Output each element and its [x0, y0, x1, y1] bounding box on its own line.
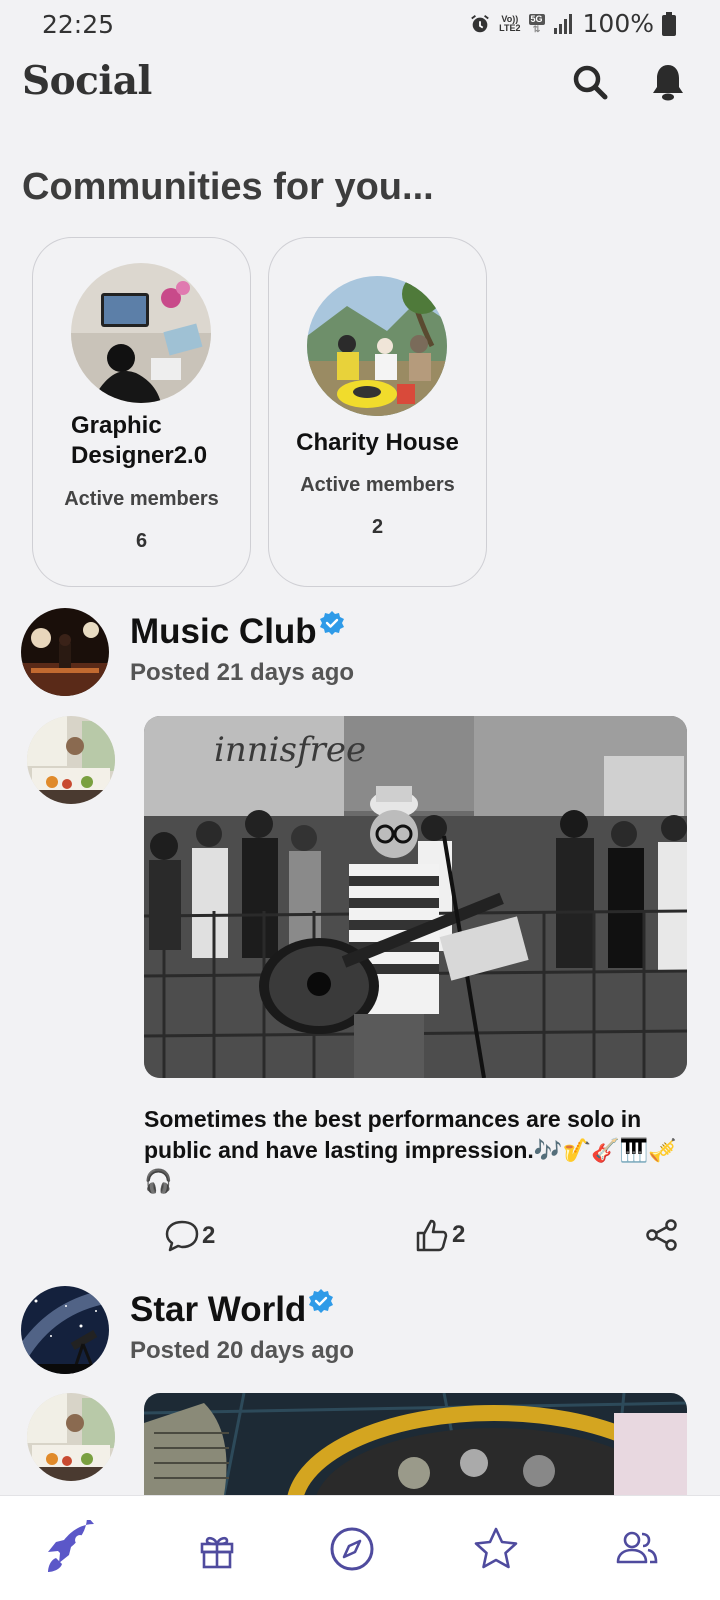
community-avatar: [307, 276, 447, 416]
bell-icon[interactable]: [648, 62, 688, 102]
bottom-nav: [0, 1495, 720, 1600]
community-name: Graphic Designer2.0: [71, 412, 208, 469]
storefront-sign: innisfree: [214, 730, 366, 770]
comment-button[interactable]: 2: [164, 1219, 215, 1253]
post-timestamp: Posted 21 days ago: [130, 659, 355, 686]
battery-icon: [662, 11, 676, 36]
community-avatar[interactable]: [21, 608, 109, 696]
author-avatar[interactable]: [27, 1393, 115, 1481]
post-community-label: Star World: [130, 1290, 307, 1329]
network-5g-indicator: 5G ⇅: [528, 13, 545, 34]
app-title: Social: [22, 58, 152, 104]
status-bar: 22:25 Vo)) LTE2 5G ⇅ 100%: [0, 0, 720, 48]
status-time: 22:25: [42, 10, 115, 39]
search-icon[interactable]: [570, 62, 610, 102]
nav-gifts[interactable]: [188, 1520, 246, 1578]
post-community-name[interactable]: Star World: [130, 1289, 334, 1330]
nav-favorites[interactable]: [467, 1520, 525, 1578]
comment-icon: [165, 1220, 199, 1252]
status-icons: Vo)) LTE2 5G ⇅ 100%: [469, 9, 676, 38]
community-avatar[interactable]: [21, 1286, 109, 1374]
nav-people[interactable]: [608, 1520, 666, 1578]
community-avatar: [71, 263, 211, 403]
gift-icon: [200, 1536, 234, 1569]
alarm-icon: [471, 14, 489, 32]
verified-badge-icon: [319, 611, 344, 635]
community-card[interactable]: Charity House Active members 2: [268, 237, 487, 587]
share-icon[interactable]: [645, 1218, 679, 1252]
author-avatar[interactable]: [27, 716, 115, 804]
community-members-label: Active members: [64, 488, 219, 510]
verified-badge-icon: [309, 1289, 334, 1313]
compass-icon: [330, 1527, 374, 1571]
post-caption: Sometimes the best performances are solo…: [144, 1106, 677, 1194]
signal-icon: [553, 13, 572, 34]
rocket-icon: [48, 1520, 94, 1572]
post-image[interactable]: innisfree: [144, 716, 687, 1078]
post-timestamp: Posted 20 days ago: [130, 1337, 355, 1364]
volte-indicator: Vo)) LTE2: [499, 13, 521, 33]
communities-title: Communities for you...: [22, 166, 434, 208]
community-name: Charity House: [296, 429, 459, 456]
like-button[interactable]: 2: [414, 1217, 465, 1253]
nav-explore[interactable]: [323, 1520, 381, 1578]
like-count: 2: [452, 1221, 466, 1248]
thumbs-up-icon: [416, 1219, 448, 1252]
nav-home[interactable]: [42, 1520, 100, 1578]
post-community-name[interactable]: Music Club: [130, 611, 345, 652]
star-icon: [474, 1527, 518, 1569]
people-icon: [616, 1531, 658, 1564]
post-community-label: Music Club: [130, 612, 317, 651]
community-members-label: Active members: [300, 474, 455, 496]
community-members-count: 2: [371, 516, 384, 538]
battery-percent: 100%: [582, 9, 654, 38]
comment-count: 2: [202, 1222, 216, 1249]
community-members-count: 6: [135, 530, 148, 552]
post-image[interactable]: [144, 1393, 687, 1495]
community-card[interactable]: Graphic Designer2.0 Active members 6: [32, 237, 251, 587]
